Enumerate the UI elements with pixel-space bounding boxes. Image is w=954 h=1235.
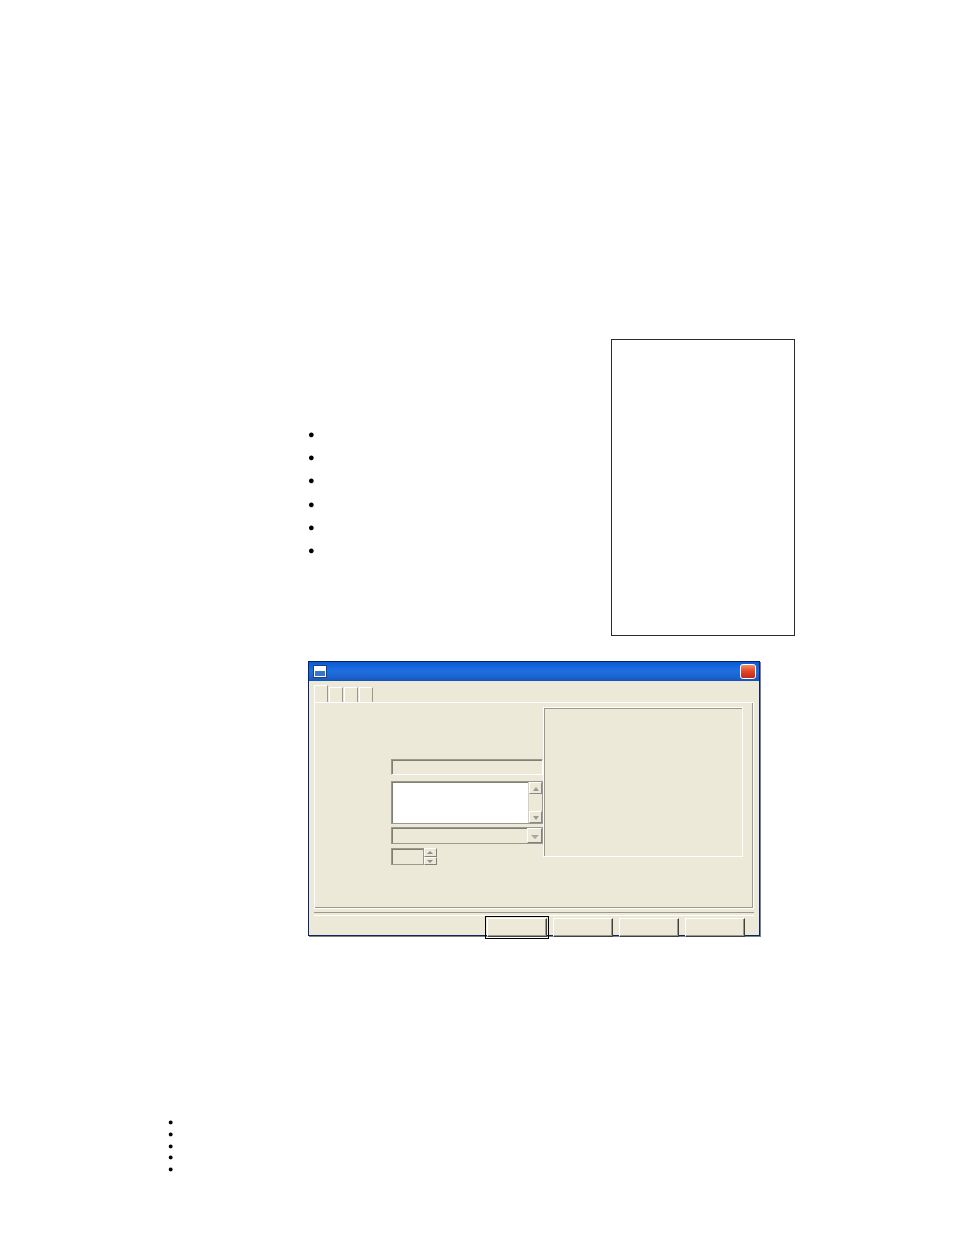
slot-stepper[interactable] [391,848,437,865]
close-icon[interactable] [740,664,756,679]
description-input[interactable] [391,781,543,824]
comm-format-select[interactable] [391,827,543,844]
slot-spin-buttons[interactable] [424,848,437,865]
dialog-titlebar[interactable] [309,662,759,681]
tab-panel-general [314,703,754,909]
comm-format-value [392,828,527,843]
name-input[interactable] [391,759,543,775]
help-button[interactable] [685,918,745,937]
description-scrollbar[interactable] [528,782,542,823]
dialog-button-row [485,916,745,939]
scroll-down-icon[interactable] [529,811,542,823]
spin-down-icon[interactable] [424,856,437,865]
tab-connection[interactable] [329,687,343,702]
chevron-down-icon[interactable] [527,828,542,843]
controller-organizer-tree[interactable] [611,339,795,636]
scroll-up-icon[interactable] [529,782,542,794]
slot-value[interactable] [391,848,424,865]
tab-general[interactable] [314,685,328,702]
tab-module-info[interactable] [344,687,358,702]
dialog-body [309,681,759,939]
dialog-tabs[interactable] [314,685,754,703]
module-properties-dialog [308,661,760,939]
tab-backplane[interactable] [359,687,373,702]
connection-parameters-group [543,707,743,857]
spin-up-icon[interactable] [424,848,437,857]
apply-button [619,918,679,937]
dialog-divider [314,912,754,916]
ok-button[interactable] [485,916,549,939]
description-text[interactable] [392,782,528,823]
cancel-button[interactable] [553,918,613,937]
window-icon [313,665,327,678]
